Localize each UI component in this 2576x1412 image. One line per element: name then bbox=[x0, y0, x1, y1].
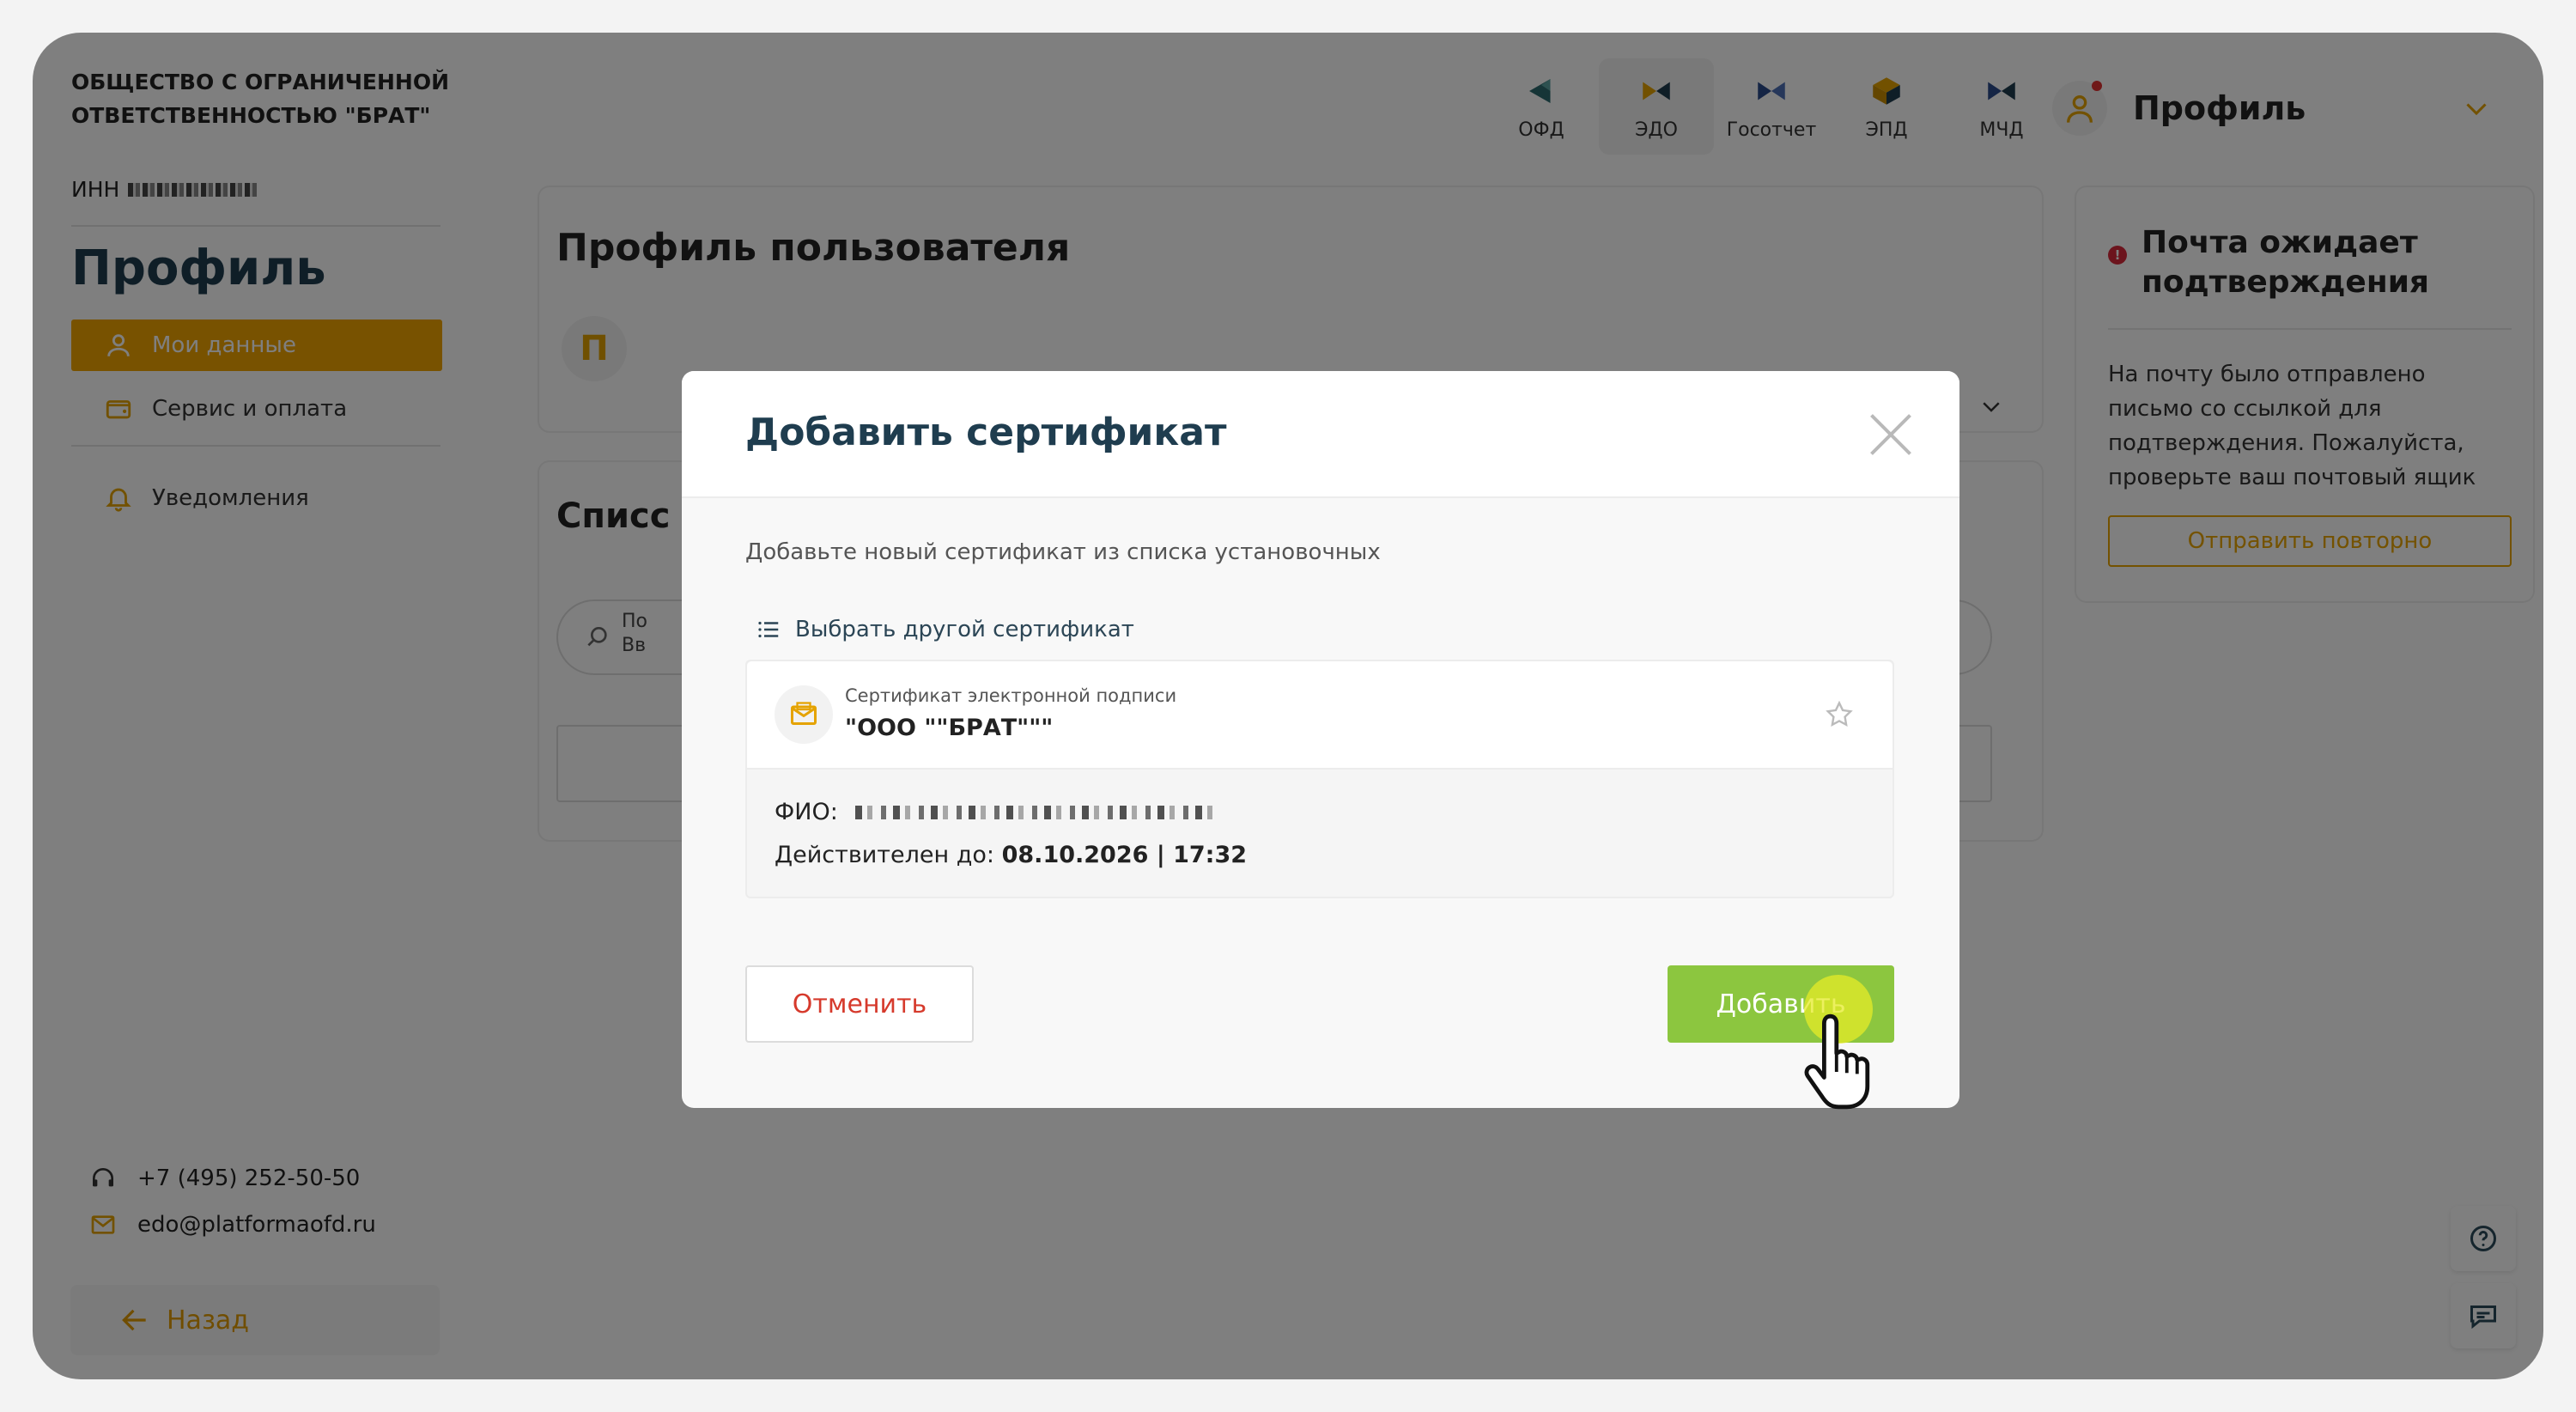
certificate-type: Сертификат электронной подписи bbox=[845, 685, 1177, 706]
choose-other-certificate-link[interactable]: Выбрать другой сертификат bbox=[756, 617, 1134, 642]
hand-cursor-icon bbox=[1804, 1013, 1870, 1110]
certificate-envelope-icon bbox=[791, 702, 817, 725]
modal-title: Добавить сертификат bbox=[745, 411, 1227, 454]
choose-other-certificate-label: Выбрать другой сертификат bbox=[795, 617, 1134, 642]
certificate-header[interactable]: Сертификат электронной подписи "ООО ""БР… bbox=[747, 661, 1893, 770]
modal-header: Добавить сертификат bbox=[682, 371, 1959, 498]
certificate-valid-until: Действителен до: 08.10.2026 | 17:32 bbox=[775, 842, 1247, 868]
cancel-button[interactable]: Отменить bbox=[745, 965, 974, 1043]
star-icon[interactable] bbox=[1824, 699, 1855, 730]
certificate-fio: ФИО: bbox=[775, 799, 1212, 825]
certificate-name: "ООО ""БРАТ""" bbox=[845, 715, 1054, 741]
close-button[interactable] bbox=[1865, 409, 1917, 460]
app-window: ОБЩЕСТВО С ОГРАНИЧЕННОЙ ОТВЕТСТВЕННОСТЬЮ… bbox=[33, 33, 2543, 1379]
certificate-card: Сертификат электронной подписи "ООО ""БР… bbox=[745, 660, 1894, 898]
modal-subtitle: Добавьте новый сертификат из списка уста… bbox=[745, 539, 1381, 565]
close-icon bbox=[1870, 414, 1911, 455]
list-icon bbox=[758, 621, 779, 638]
valid-label: Действителен до: bbox=[775, 842, 995, 868]
valid-value: 08.10.2026 | 17:32 bbox=[1001, 842, 1248, 868]
fio-label: ФИО: bbox=[775, 799, 838, 825]
add-certificate-modal: Добавить сертификат Добавьте новый серти… bbox=[682, 371, 1959, 1108]
fio-value-redacted bbox=[854, 805, 1212, 819]
certificate-icon-wrap bbox=[775, 685, 833, 744]
